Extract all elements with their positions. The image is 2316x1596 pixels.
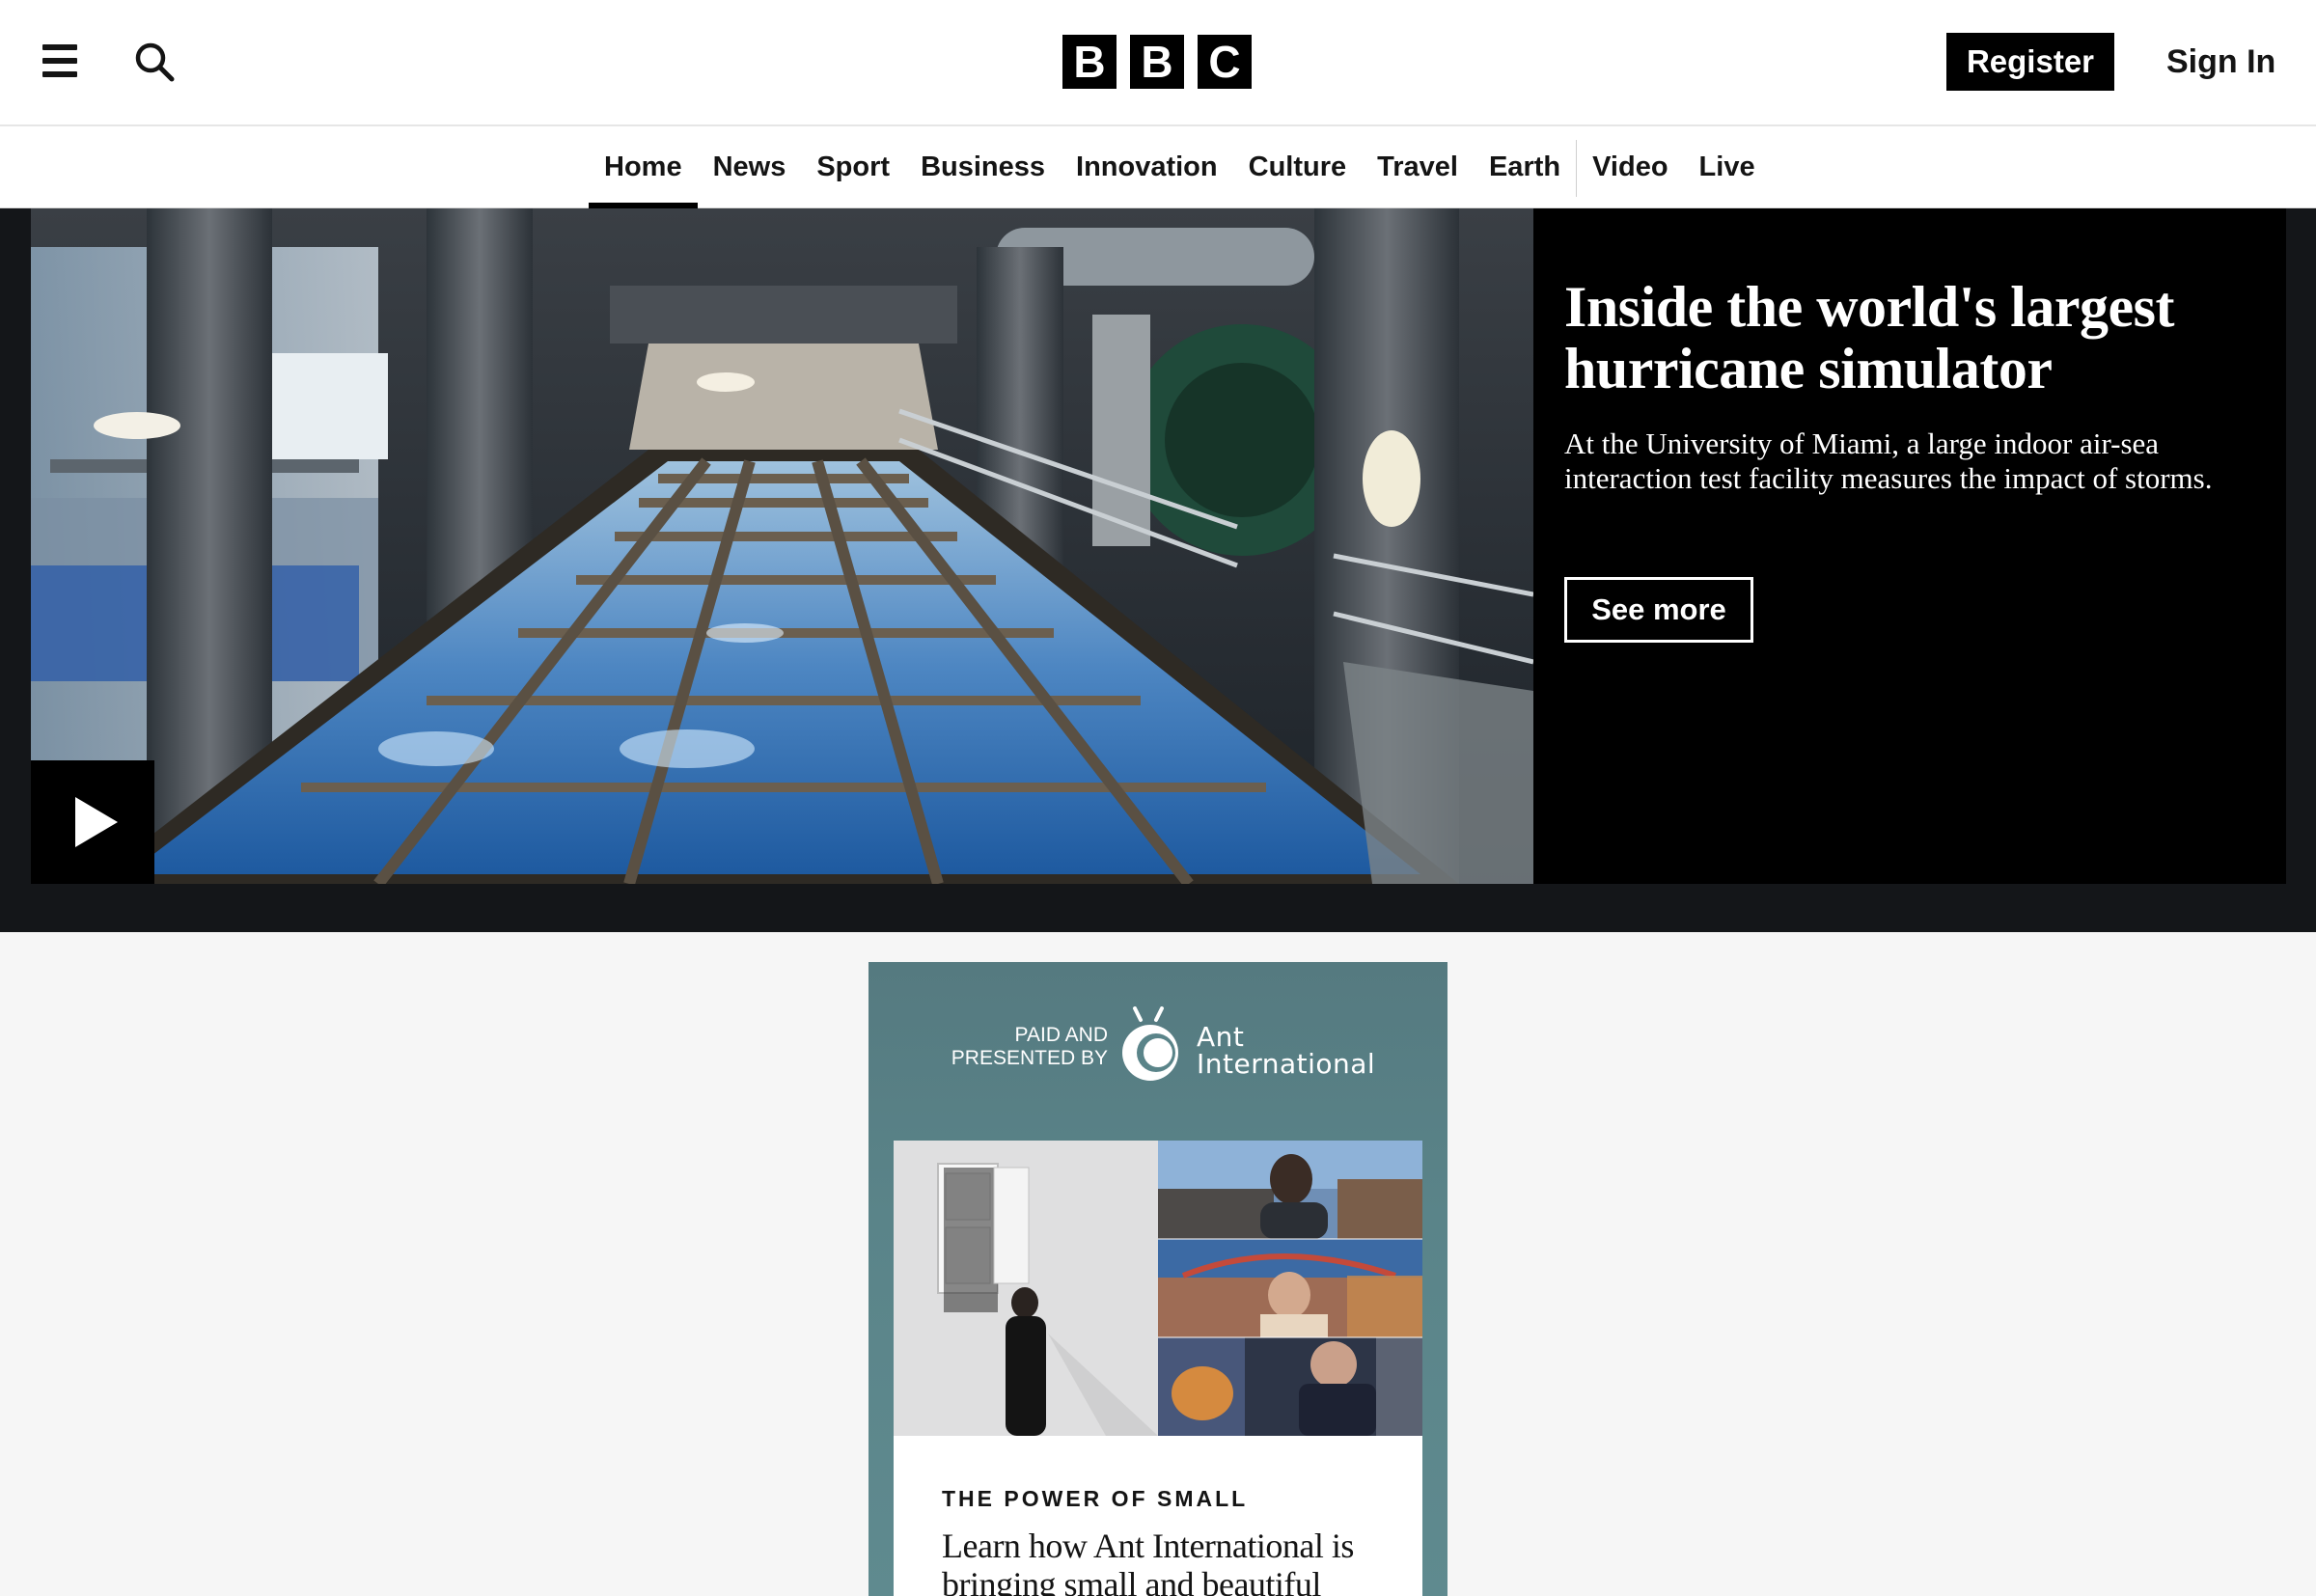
ad-sponsor-header: PAID AND PRESENTED BY Ant International [868, 1004, 1448, 1082]
sign-in-link[interactable]: Sign In [2166, 33, 2275, 91]
ad-brand-line: Ant [1197, 1021, 1245, 1053]
see-more-button[interactable]: See more [1564, 577, 1753, 643]
logo-letter: B [1130, 35, 1184, 89]
logo-letter: C [1198, 35, 1252, 89]
advertisement[interactable]: PAID AND PRESENTED BY Ant International [868, 962, 1448, 1596]
ad-paid-label: PAID AND PRESENTED BY [907, 1024, 1108, 1070]
nav-item-business[interactable]: Business [905, 126, 1061, 208]
hero-headline[interactable]: Inside the world's largest hurricane sim… [1564, 276, 2259, 399]
register-button[interactable]: Register [1946, 33, 2114, 91]
site-header: B B C Register Sign In [0, 0, 2316, 126]
nav-item-live[interactable]: Live [1684, 126, 1771, 208]
ad-brand-line: International [1197, 1048, 1376, 1080]
nav-item-sport[interactable]: Sport [801, 126, 905, 208]
main-navigation: Home News Sport Business Innovation Cult… [0, 126, 2316, 208]
ad-headline[interactable]: Learn how Ant International is bringing … [942, 1527, 1395, 1596]
ad-paid-line: PAID AND [1014, 1024, 1108, 1046]
logo-letter: B [1062, 35, 1117, 89]
ad-eyebrow: THE POWER OF SMALL [942, 1486, 1249, 1511]
hero-summary: At the University of Miami, a large indo… [1564, 427, 2213, 495]
nav-item-culture[interactable]: Culture [1233, 126, 1363, 208]
ad-paid-line: PRESENTED BY [951, 1047, 1108, 1069]
ad-text-card: THE POWER OF SMALL Learn how Ant Interna… [894, 1436, 1422, 1596]
ad-brand-name: Ant International [1197, 1024, 1375, 1078]
nav-item-video[interactable]: Video [1577, 126, 1683, 208]
play-icon[interactable] [31, 760, 154, 884]
nav-item-home[interactable]: Home [589, 126, 698, 208]
hero-image[interactable] [31, 208, 1533, 884]
hero-text-panel: Inside the world's largest hurricane sim… [1533, 208, 2286, 884]
search-icon[interactable] [131, 39, 178, 85]
nav-item-news[interactable]: News [698, 126, 802, 208]
nav-item-innovation[interactable]: Innovation [1061, 126, 1233, 208]
nav-item-earth[interactable]: Earth [1474, 126, 1576, 208]
bbc-logo[interactable]: B B C [1062, 35, 1252, 89]
ant-logo-icon [1121, 1006, 1183, 1086]
ad-photo-collage [894, 1141, 1422, 1436]
hamburger-menu-icon[interactable] [39, 39, 85, 83]
nav-item-travel[interactable]: Travel [1362, 126, 1474, 208]
